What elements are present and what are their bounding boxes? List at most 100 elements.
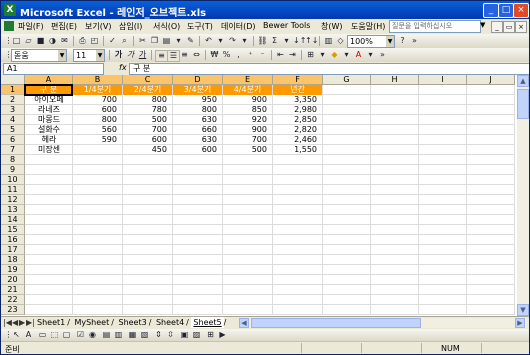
close-button[interactable]: × bbox=[513, 3, 529, 18]
table-cell[interactable]: 600 bbox=[123, 135, 173, 145]
workbook-close-button[interactable]: × bbox=[515, 21, 527, 33]
table-cell[interactable]: 630 bbox=[173, 135, 223, 145]
table-cell[interactable]: 헤라 bbox=[25, 135, 73, 145]
table-cell[interactable]: 850 bbox=[223, 105, 273, 115]
help-icon[interactable]: ? bbox=[397, 36, 408, 46]
row-header-6[interactable]: 6 bbox=[1, 135, 25, 145]
toggle-grid-icon[interactable]: ⊞ bbox=[205, 330, 216, 340]
row-header-11[interactable]: 11 bbox=[1, 185, 25, 195]
combo-list-icon[interactable]: ▦ bbox=[127, 330, 138, 340]
table-cell[interactable]: 2,460 bbox=[273, 135, 323, 145]
column-header-f[interactable]: F bbox=[273, 75, 323, 85]
first-sheet-icon[interactable]: |◀ bbox=[3, 318, 12, 327]
save-icon[interactable]: ■ bbox=[35, 36, 46, 46]
paste-dropdown-icon[interactable]: ▾ bbox=[173, 36, 184, 46]
row-header-1[interactable]: 1 bbox=[1, 85, 25, 95]
scroll-right-icon[interactable]: ▶ bbox=[515, 318, 525, 328]
menu-file[interactable]: 파일(F) bbox=[18, 21, 44, 32]
header-cell[interactable]: 년간 bbox=[273, 85, 322, 95]
redo-dropdown-icon[interactable]: ▾ bbox=[239, 36, 250, 46]
format-painter-icon[interactable]: ✎ bbox=[185, 36, 196, 46]
italic-button[interactable]: 가 bbox=[125, 50, 136, 60]
print-icon[interactable]: ⎙ bbox=[77, 36, 88, 46]
vertical-scroll-thumb[interactable] bbox=[517, 89, 529, 119]
drawing-icon[interactable]: ◇ bbox=[335, 36, 346, 46]
header-cell[interactable]: 4/4분기 bbox=[223, 85, 272, 95]
insert-function-icon[interactable]: fx bbox=[119, 63, 127, 72]
sheet-tab-sheet3[interactable]: Sheet3 bbox=[116, 317, 148, 328]
row-header-14[interactable]: 14 bbox=[1, 215, 25, 225]
select-all-corner[interactable] bbox=[1, 75, 25, 85]
sheet-tab-mysheet[interactable]: MySheet bbox=[72, 317, 111, 328]
row-header-15[interactable]: 15 bbox=[1, 225, 25, 235]
sheet-tab-sheet5[interactable]: Sheet5 bbox=[191, 317, 224, 328]
row-header-10[interactable]: 10 bbox=[1, 175, 25, 185]
cut-icon[interactable]: ✂ bbox=[137, 36, 148, 46]
table-cell[interactable]: 560 bbox=[73, 125, 123, 135]
table-cell[interactable]: 800 bbox=[173, 105, 223, 115]
table-cell[interactable]: 800 bbox=[73, 115, 123, 125]
button-control-icon[interactable]: ▢ bbox=[61, 330, 72, 340]
row-header-7[interactable]: 7 bbox=[1, 145, 25, 155]
column-header-c[interactable]: C bbox=[123, 75, 173, 85]
table-cell[interactable]: 600 bbox=[173, 145, 223, 155]
table-cell[interactable]: 1,550 bbox=[273, 145, 323, 155]
table-cell[interactable]: 500 bbox=[123, 115, 173, 125]
menu-edit[interactable]: 편집(E) bbox=[51, 21, 77, 32]
merge-center-icon[interactable]: ⇔ bbox=[191, 50, 202, 60]
maximize-button[interactable]: □ bbox=[498, 3, 514, 18]
undo-icon[interactable]: ↶ bbox=[203, 36, 214, 46]
spinner-control-icon[interactable]: ⇳ bbox=[165, 330, 176, 340]
table-cell[interactable]: 950 bbox=[173, 95, 223, 105]
font-size-select[interactable]: 11 ▼ bbox=[73, 49, 105, 62]
horizontal-scroll-thumb[interactable] bbox=[251, 318, 421, 328]
table-cell[interactable]: 설화수 bbox=[25, 125, 73, 135]
combo-dropdown-icon[interactable]: ▧ bbox=[139, 330, 150, 340]
menu-data[interactable]: 데이터(D) bbox=[221, 21, 255, 32]
row-header-19[interactable]: 19 bbox=[1, 265, 25, 275]
list-box-icon[interactable]: ▤ bbox=[101, 330, 112, 340]
column-header-a[interactable]: A bbox=[25, 75, 73, 85]
vertical-scrollbar[interactable]: ▲ ▼ bbox=[517, 75, 529, 316]
menu-bewer-tools[interactable]: Bewer Tools bbox=[263, 21, 310, 30]
increase-decimal-icon[interactable]: ⁺ bbox=[245, 50, 256, 60]
table-cell[interactable]: 700 bbox=[73, 95, 123, 105]
scroll-down-icon[interactable]: ▼ bbox=[517, 304, 529, 316]
menu-view[interactable]: 보기(V) bbox=[85, 21, 111, 32]
column-header-d[interactable]: D bbox=[173, 75, 223, 85]
table-cell[interactable]: 590 bbox=[73, 135, 123, 145]
table-cell[interactable]: 900 bbox=[223, 125, 273, 135]
edit-box-icon[interactable]: ▭ bbox=[37, 330, 48, 340]
borders-dropdown-icon[interactable]: ▾ bbox=[317, 50, 328, 60]
prev-sheet-icon[interactable]: ◀ bbox=[12, 318, 18, 327]
row-header-20[interactable]: 20 bbox=[1, 275, 25, 285]
table-cell[interactable]: 780 bbox=[123, 105, 173, 115]
table-cell[interactable]: 2,850 bbox=[273, 115, 323, 125]
table-cell[interactable]: 600 bbox=[73, 105, 123, 115]
column-header-b[interactable]: B bbox=[73, 75, 123, 85]
table-cell[interactable]: 라네즈 bbox=[25, 105, 73, 115]
zoom-dropdown-icon[interactable]: ▼ bbox=[386, 36, 394, 47]
chart-wizard-icon[interactable]: ▥ bbox=[323, 36, 334, 46]
header-cell[interactable]: 3/4분기 bbox=[173, 85, 222, 95]
row-header-17[interactable]: 17 bbox=[1, 245, 25, 255]
toolbar-options-icon[interactable]: » bbox=[409, 36, 420, 46]
open-icon[interactable]: ▱ bbox=[23, 36, 34, 46]
email-icon[interactable]: ✉ bbox=[59, 36, 70, 46]
table-cell[interactable]: 700 bbox=[123, 125, 173, 135]
sheet-tab-sheet1[interactable]: Sheet1 bbox=[35, 317, 67, 328]
help-question-box[interactable]: 질문을 입력하십시오 bbox=[389, 20, 481, 33]
row-header-12[interactable]: 12 bbox=[1, 195, 25, 205]
row-header-13[interactable]: 13 bbox=[1, 205, 25, 215]
underline-button[interactable]: 가 bbox=[137, 50, 148, 60]
row-header-18[interactable]: 18 bbox=[1, 255, 25, 265]
table-cell[interactable]: 800 bbox=[123, 95, 173, 105]
hyperlink-icon[interactable]: ⛓ bbox=[257, 36, 268, 46]
row-header-22[interactable]: 22 bbox=[1, 295, 25, 305]
table-cell[interactable]: 920 bbox=[223, 115, 273, 125]
align-right-icon[interactable]: ≡ bbox=[179, 50, 190, 60]
font-dropdown-icon[interactable]: ▼ bbox=[58, 50, 66, 61]
table-cell[interactable] bbox=[73, 145, 123, 155]
name-box[interactable]: A1 bbox=[3, 63, 104, 75]
column-header-h[interactable]: H bbox=[371, 75, 419, 85]
